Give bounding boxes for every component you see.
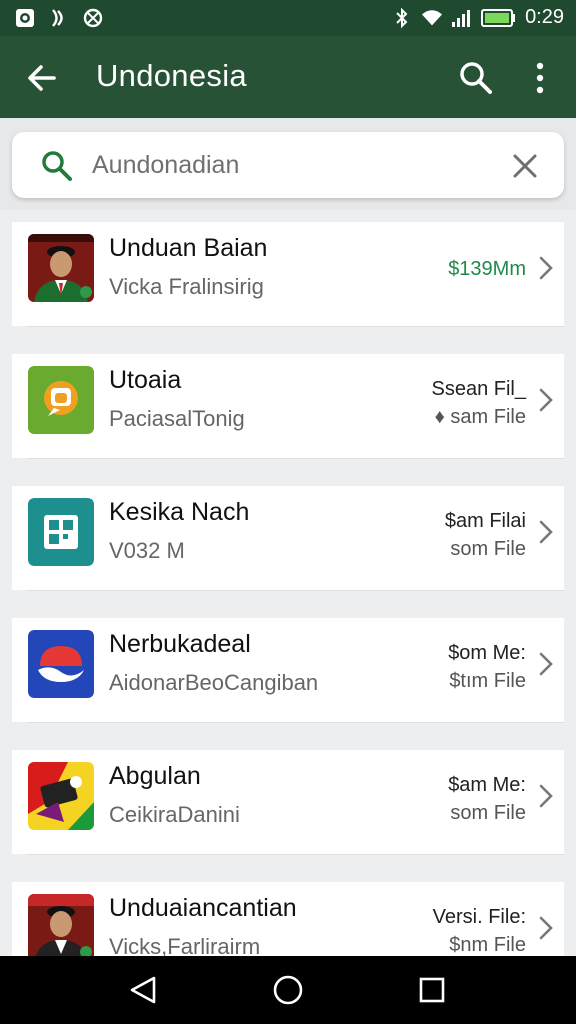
chevron-right-icon: [536, 518, 556, 546]
app-size: som File: [450, 538, 526, 560]
page-title: Undonesia: [96, 58, 247, 93]
sticker-icon: [28, 762, 94, 830]
app-size: $139Mm: [448, 258, 526, 280]
status-bar: 0:29: [0, 0, 576, 36]
flag-logo-icon: [28, 630, 94, 698]
app-subtitle: AidonarBeoCangiban: [109, 670, 319, 695]
app-title: Unduaiancantian: [109, 894, 297, 922]
app-subtitle: V032 M: [109, 538, 185, 563]
portrait-icon: [28, 894, 94, 962]
app-subtitle: PaciasalTonig: [109, 406, 245, 431]
search-icon[interactable]: [456, 58, 496, 98]
app-size: ♦ sam File: [434, 406, 526, 428]
nav-home-icon[interactable]: [268, 970, 308, 1010]
arrow-back-icon[interactable]: [22, 58, 62, 98]
list-item[interactable]: Utoaia PaciasalTonig Ssean Fil_ ♦ sam Fi…: [12, 354, 564, 459]
status-time: 0:29: [525, 6, 564, 28]
app-version: $am Filai: [444, 510, 526, 532]
chevron-right-icon: [536, 782, 556, 810]
app-bar: Undonesia: [0, 36, 576, 118]
list-item[interactable]: Abgulan CeikiraDanini $am Me: som File: [12, 750, 564, 855]
chevron-right-icon: [536, 386, 556, 414]
chevron-right-icon: [536, 650, 556, 678]
camera-icon: [14, 7, 36, 29]
signal-icon: [48, 7, 70, 29]
list-item[interactable]: Kesika Nach V032 M $am Filai som File: [12, 486, 564, 591]
app-title: Nerbukadeal: [109, 630, 251, 658]
battery-icon: [481, 7, 517, 29]
search-field-icon: [40, 149, 74, 183]
bluetooth-icon: [391, 7, 413, 29]
more-vert-icon[interactable]: [522, 58, 562, 98]
nav-recents-icon[interactable]: [412, 970, 452, 1010]
app-version: $om Me:: [448, 642, 526, 664]
list-item[interactable]: Nerbukadeal AidonarBeoCangiban $om Me: $…: [12, 618, 564, 723]
app-version: Ssean Fil_: [431, 378, 527, 400]
app-title: Utoaia: [109, 366, 182, 394]
list-item[interactable]: Unduan Baian Vicka Fralinsirig $139Mm: [12, 222, 564, 327]
app-subtitle: CeikiraDanini: [109, 802, 240, 827]
app-subtitle: Vicka Fralinsirig: [109, 274, 264, 299]
list-item[interactable]: Unduaiancantian Vicks,Farlirairm Versi. …: [12, 882, 564, 962]
cell-signal-icon: [451, 7, 473, 29]
app-size: $nm File: [449, 934, 526, 956]
app-title: Kesika Nach: [109, 498, 250, 526]
app-size: $tım File: [449, 670, 526, 692]
close-icon[interactable]: [510, 151, 540, 181]
search-box[interactable]: [12, 132, 564, 198]
navigation-bar: [0, 956, 576, 1024]
search-input[interactable]: [92, 132, 492, 198]
search-area: [0, 118, 576, 210]
portrait-icon: [28, 234, 94, 302]
wifi-icon: [421, 7, 443, 29]
nav-back-icon[interactable]: [124, 970, 164, 1010]
app-title: Abgulan: [109, 762, 201, 790]
app-title: Unduan Baian: [109, 234, 268, 262]
chevron-right-icon: [536, 914, 556, 942]
app-version: $am Me:: [448, 774, 526, 796]
chat-bubble-icon: [28, 366, 94, 434]
chevron-right-icon: [536, 254, 556, 282]
sync-icon: [82, 7, 104, 29]
grid-icon: [28, 498, 94, 566]
app-version: Versi. File:: [432, 906, 526, 928]
app-size: som File: [450, 802, 526, 824]
